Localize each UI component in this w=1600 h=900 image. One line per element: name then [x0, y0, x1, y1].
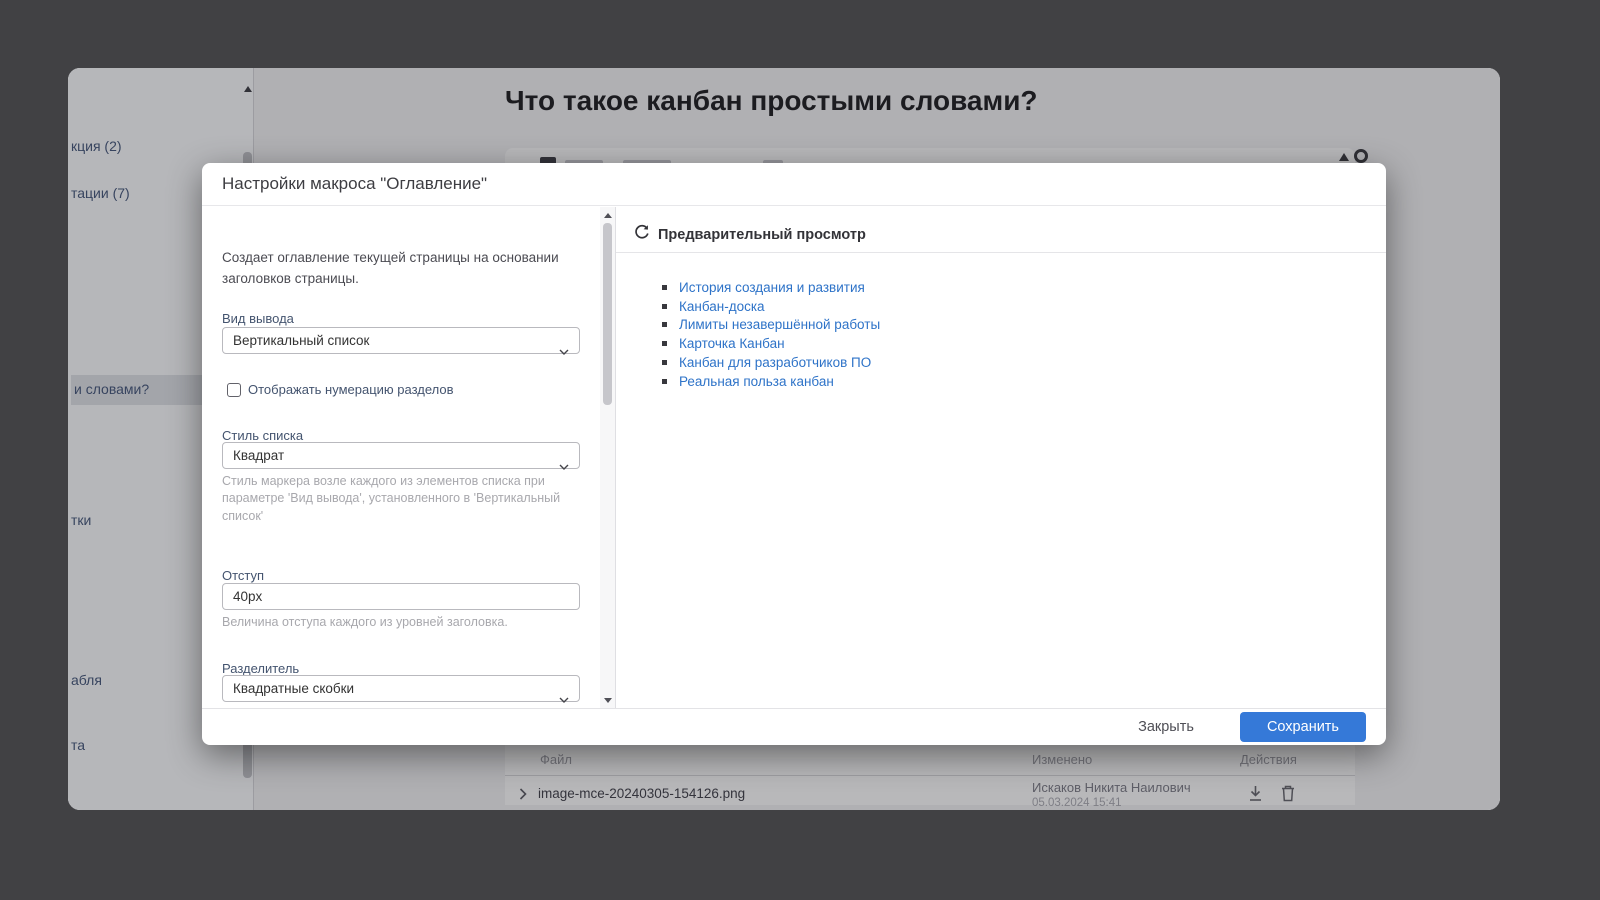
scroll-down-arrow[interactable] [604, 698, 612, 703]
indent-input[interactable] [222, 583, 580, 610]
toc-link[interactable]: Канбан для разработчиков ПО [662, 354, 880, 373]
settings-form: Создает оглавление текущей страницы на о… [202, 207, 600, 708]
toc-link[interactable]: Канбан-доска [662, 298, 880, 317]
close-button[interactable]: Закрыть [1132, 718, 1200, 736]
toc-link[interactable]: История создания и развития [662, 279, 880, 298]
preview-header: Предварительный просмотр [634, 224, 866, 245]
indent-label: Отступ [222, 568, 264, 583]
save-button[interactable]: Сохранить [1240, 712, 1366, 742]
list-style-label: Стиль списка [222, 428, 303, 443]
form-scrollbar[interactable] [600, 207, 615, 708]
dialog-title: Настройки макроса "Оглавление" [222, 174, 487, 194]
preview-pane: Предварительный просмотр История создани… [616, 207, 1386, 708]
list-style-value: Квадрат [233, 448, 284, 463]
output-type-select[interactable]: Вертикальный список [222, 327, 580, 354]
numbering-label: Отображать нумерацию разделов [248, 382, 454, 397]
output-type-label: Вид вывода [222, 311, 294, 326]
toc-link[interactable]: Лимиты незавершённой работы [662, 316, 880, 335]
list-style-select[interactable]: Квадрат [222, 442, 580, 469]
macro-description: Создает оглавление текущей страницы на о… [222, 248, 584, 290]
scrollbar-thumb[interactable] [603, 223, 612, 405]
dialog-footer: Закрыть Сохранить [202, 708, 1386, 745]
preview-title: Предварительный просмотр [658, 227, 866, 243]
numbering-checkbox[interactable] [227, 383, 241, 397]
refresh-icon[interactable] [634, 224, 650, 245]
macro-settings-dialog: Настройки макроса "Оглавление" Создает о… [202, 163, 1386, 745]
toc-preview-list: История создания и развития Канбан-доска… [662, 279, 880, 391]
toc-link[interactable]: Карточка Канбан [662, 335, 880, 354]
preview-divider [616, 252, 1386, 253]
dialog-header: Настройки макроса "Оглавление" [202, 163, 1386, 206]
chevron-down-icon [559, 338, 569, 363]
dialog-body: Создает оглавление текущей страницы на о… [202, 207, 1386, 708]
list-style-help: Стиль маркера возле каждого из элементов… [222, 473, 586, 525]
separator-value: Квадратные скобки [233, 681, 354, 696]
numbering-checkbox-row[interactable]: Отображать нумерацию разделов [227, 382, 454, 397]
indent-help: Величина отступа каждого из уровней заго… [222, 614, 586, 631]
separator-select[interactable]: Квадратные скобки [222, 675, 580, 702]
toc-link[interactable]: Реальная польза канбан [662, 373, 880, 392]
output-type-value: Вертикальный список [233, 333, 369, 348]
scroll-up-arrow[interactable] [604, 213, 612, 218]
separator-label: Разделитель [222, 661, 299, 676]
